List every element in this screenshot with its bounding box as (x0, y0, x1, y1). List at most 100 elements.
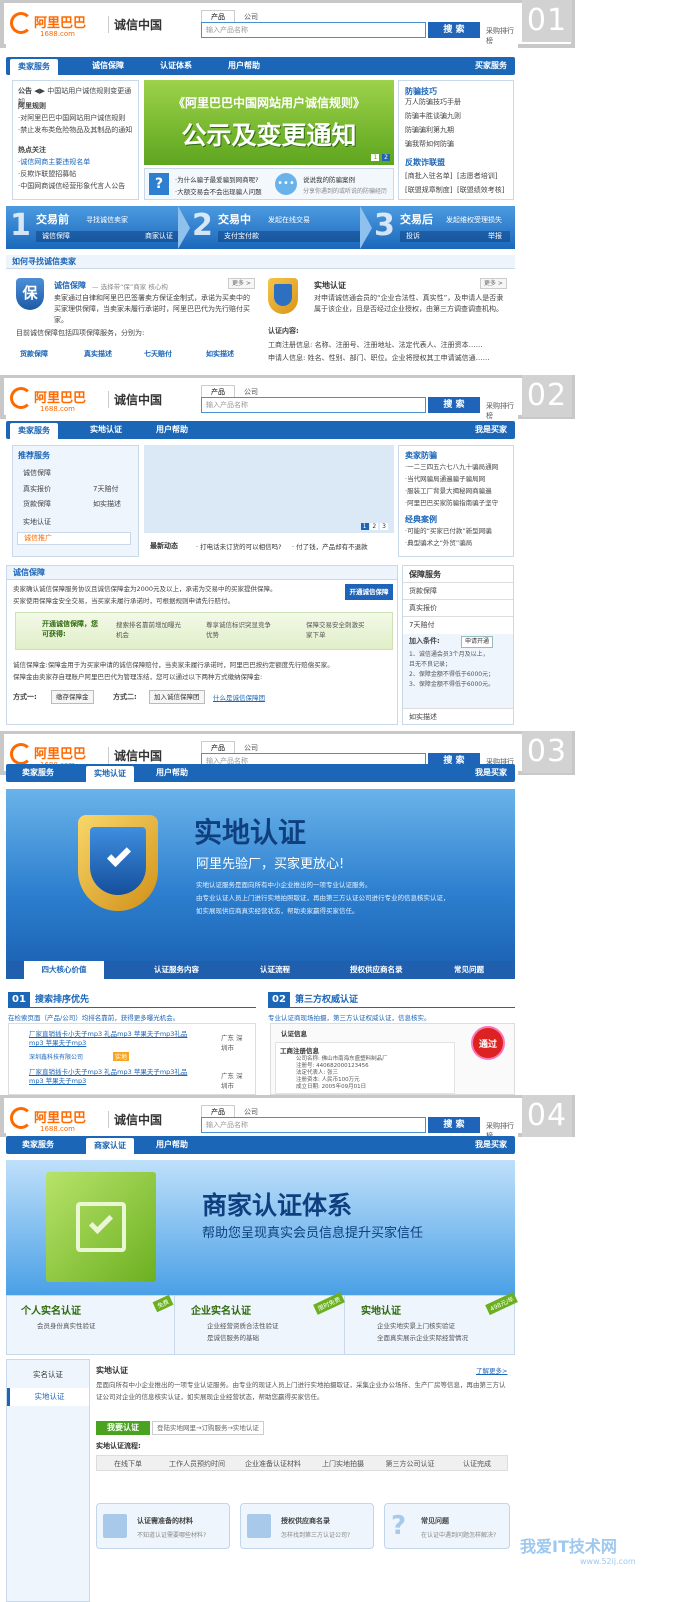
nav-seller-service[interactable]: 卖家服务 (22, 1136, 54, 1154)
step-sub-link[interactable]: 支付宝付款 (224, 232, 259, 240)
nav-certification[interactable]: 认证体系 (160, 57, 192, 75)
anti-fraud-item[interactable]: ·阿里巴巴买家防骗指南骗子坚守 (405, 498, 498, 509)
cert-card-field[interactable]: 实地认证 企业实地实景上门核实验证 全面真实展示企业实际经营情况 498元/年 (347, 1291, 518, 1354)
search-input[interactable]: 输入产品名称 (201, 22, 426, 38)
nav-help[interactable]: 用户帮助 (156, 764, 188, 782)
pager-2[interactable]: 2 (382, 154, 390, 161)
notice-item[interactable]: 阿里规则 (18, 102, 46, 110)
recommend-item[interactable]: 如实描述 (93, 499, 121, 510)
deposit-button[interactable]: 缴存保障金 (51, 690, 94, 704)
service-item[interactable]: 如实描述 (403, 708, 513, 725)
anti-fraud-item[interactable]: ·服装工厂背景大揭秘网商骗遍 (405, 486, 492, 497)
hot-item[interactable]: ·诚信网商主要违规名单 (18, 157, 136, 168)
nav-buyer[interactable]: 我是买家 (475, 764, 507, 782)
cert-card-personal[interactable]: 个人实名认证 会员身份真实性验证 免费 (7, 1294, 175, 1354)
nav-buyer[interactable]: 我是买家 (475, 1136, 507, 1154)
service-item[interactable]: 真实报价 (403, 599, 513, 616)
hot-item[interactable]: ·反欺诈联盟招募帖 (18, 169, 136, 180)
recommend-item[interactable]: 诚信保障 (23, 468, 51, 479)
nav-buyer-service[interactable]: 买家服务 (475, 57, 507, 75)
anti-fraud-item[interactable]: ·一二三四五六七八九十骗局通网 (405, 462, 498, 473)
case-item[interactable]: ·可能的“买家已付款”新型网骗 (405, 526, 492, 537)
tab-process[interactable]: 认证流程 (260, 961, 290, 979)
case-item[interactable]: ·典型骗术之“外贸”骗局 (405, 538, 472, 549)
learn-more-link[interactable]: 了解更多> (476, 1365, 507, 1375)
recommend-item[interactable]: 货款保障 (23, 499, 51, 510)
pager-1[interactable]: 1 (371, 154, 380, 161)
service-badge[interactable]: 七天赔付 (144, 349, 172, 359)
report-link[interactable]: [联盟绩效考核] (457, 185, 504, 196)
notice-arrow-icon[interactable]: ◀▶ (34, 87, 45, 95)
nav-field-cert[interactable]: 实地认证 (90, 421, 122, 439)
tab-service-content[interactable]: 认证服务内容 (154, 961, 199, 979)
news-item[interactable]: · 付了钱，产品却有不退款 (292, 541, 368, 551)
rank-link[interactable]: 采购排行榜 (486, 26, 518, 46)
tab-core-value[interactable]: 四大核心价值 (24, 961, 104, 979)
report-link[interactable]: [商批入驻名单] (405, 171, 452, 182)
nav-field-cert[interactable]: 实地认证 (86, 766, 134, 782)
step-sub-link[interactable]: 诚信保障 (42, 232, 70, 240)
search-input[interactable]: 输入产品名称 (201, 397, 426, 413)
tips-item[interactable]: 防骗骗利第九期 (405, 125, 454, 136)
alibaba-logo[interactable]: 阿里巴巴1688.com (10, 385, 105, 421)
supplier-card[interactable]: 授权供应商名录 怎样找到第三方认证公司? (240, 1503, 374, 1549)
recommend-item[interactable]: 诚信推广 (17, 532, 131, 545)
result-company[interactable]: 深圳鑫科技有限公司 (29, 1052, 83, 1061)
faq-card[interactable]: ? 常见问题 在认证中遇到问题怎样解决? (384, 1503, 510, 1549)
result-link[interactable]: 厂家直销插卡小夫子mp3 礼品mp3 苹果夫子mp3礼品mp3 苹果夫子mp3 (29, 1068, 199, 1086)
pager-3[interactable]: 3 (380, 523, 388, 530)
search-input[interactable]: 输入产品名称 (201, 1117, 426, 1133)
qa-link[interactable]: 说说我的防骗案例 (303, 174, 355, 184)
news-item[interactable]: · 打电话未订货的可以相信吗? (196, 541, 282, 551)
step-sub-link[interactable]: 投诉 (406, 232, 420, 240)
tab-supplier-list[interactable]: 授权供应商名录 (350, 961, 403, 979)
service-badge[interactable]: 真实描述 (84, 349, 112, 359)
apply-cert-button[interactable]: 我要认证 (96, 1421, 150, 1435)
qa-link[interactable]: ·大额交易会不会出现骗人问题 (175, 186, 262, 196)
side-item-field[interactable]: 实地认证 (7, 1388, 89, 1406)
apply-button[interactable]: 申请开通 (461, 636, 494, 648)
service-item[interactable]: 货款保障 (403, 582, 513, 599)
nav-seller-service[interactable]: 卖家服务 (10, 423, 58, 439)
hot-item[interactable]: ·中国网商诚信经营形象代言人公告 (18, 181, 136, 192)
service-badge[interactable]: 如实描述 (206, 349, 234, 359)
tips-item[interactable]: 万人防骗技巧手册 (405, 97, 461, 108)
nav-help[interactable]: 用户帮助 (156, 1136, 188, 1154)
search-button[interactable]: 搜 索 (428, 22, 480, 38)
report-link[interactable]: [志愿者培训] (457, 171, 497, 182)
cert-card-company[interactable]: 企业实名认证 企业经营资质合法性验证 是诚信服务的基础 限时免费 (177, 1292, 345, 1354)
step-sub-link[interactable]: 商家认证 (145, 231, 173, 242)
result-link[interactable]: 厂家直销插卡小夫子mp3 礼品mp3 苹果夫子mp3礼品mp3 苹果夫子mp3 (29, 1030, 199, 1048)
recommend-item[interactable]: 实地认证 (23, 517, 51, 528)
side-item-realname[interactable]: 实名认证 (7, 1366, 89, 1384)
enable-guarantee-button[interactable]: 开通诚信保障 (345, 584, 393, 600)
anti-fraud-item[interactable]: ·当代网骗局通遍骗子骗局网 (405, 474, 485, 485)
nav-help[interactable]: 用户帮助 (228, 57, 260, 75)
join-group-button[interactable]: 加入诚信保障团 (149, 690, 205, 704)
search-button[interactable]: 搜 索 (428, 397, 480, 413)
notice-item[interactable]: ·对阿里巴巴中国网站用户诚信规则 (18, 113, 136, 124)
nav-merchant-cert[interactable]: 商家认证 (86, 1138, 134, 1154)
nav-help[interactable]: 用户帮助 (156, 421, 188, 439)
what-is-group-link[interactable]: 什么是诚信保障团 (213, 692, 265, 702)
step-during[interactable]: 2 交易中 发起在线交易 支付宝付款 (188, 206, 363, 249)
step-before[interactable]: 1 交易前 寻找诚信卖家 诚信保障 商家认证 (6, 206, 181, 249)
materials-card[interactable]: 认证需准备的材料 不知道认证需要哪些材料? (96, 1503, 230, 1549)
tab-faq[interactable]: 常见问题 (454, 961, 484, 979)
rules-banner[interactable]: 《阿里巴巴中国网站用户诚信规则》 公示及变更通知 1 2 (144, 80, 394, 165)
nav-buyer[interactable]: 我是买家 (475, 421, 507, 439)
alibaba-logo[interactable]: 阿里巴巴1688.com (10, 10, 105, 46)
tips-item[interactable]: 防骗丰胜谈骗九则 (405, 111, 461, 122)
pager-2[interactable]: 2 (370, 523, 379, 530)
step-after[interactable]: 3 交易后 发起维权受理损失 投诉 举报 (370, 206, 515, 249)
banner-placeholder[interactable]: 1 2 3 (144, 445, 394, 533)
report-link[interactable]: [联盟规章制度] (405, 185, 452, 196)
nav-seller-service[interactable]: 卖家服务 (10, 59, 58, 75)
step-sub-link[interactable]: 举报 (488, 231, 502, 242)
service-badge[interactable]: 货款保障 (20, 349, 48, 359)
tips-item[interactable]: 骗我帮如何防骗 (405, 139, 454, 150)
search-button[interactable]: 搜 索 (428, 1117, 480, 1133)
qa-link[interactable]: ·为什么骗子最爱骗到网商呢? (175, 174, 259, 184)
more-button[interactable]: 更多 > (480, 278, 507, 289)
more-button[interactable]: 更多 > (228, 278, 255, 289)
